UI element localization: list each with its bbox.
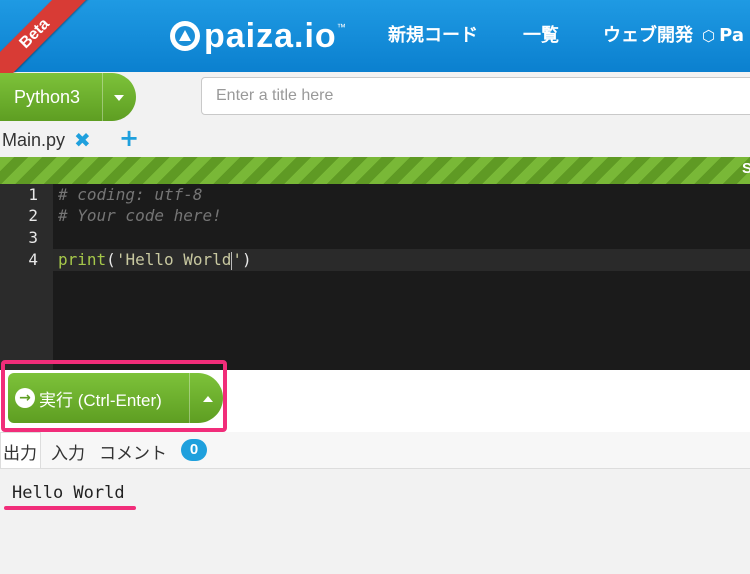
nav-web-dev[interactable]: ウェブ開発 xyxy=(603,24,693,48)
code-line-4: print('Hello World') xyxy=(58,249,252,271)
line-number: 2 xyxy=(28,206,38,225)
line-number: 1 xyxy=(28,185,38,204)
output-tab-bar: 出力 入力 コメント 0 xyxy=(0,432,750,469)
line-number-gutter: 1 2 3 4 xyxy=(0,184,53,370)
line-number: 4 xyxy=(28,250,38,269)
run-button-highlight-annotation xyxy=(1,360,227,432)
code-line-2: # Your code here! xyxy=(58,206,222,225)
program-output: Hello World xyxy=(12,483,125,503)
output-underline-annotation xyxy=(4,506,136,510)
add-tab-icon[interactable]: + xyxy=(119,124,139,152)
cube-icon: ⬡ xyxy=(702,27,716,45)
nav-cube-item[interactable]: ⬡ Pa xyxy=(702,24,744,48)
tab-input[interactable]: 入力 xyxy=(51,439,85,464)
top-header: Beta paiza.io ™ 新規コード 一覧 ウェブ開発 ⬡ Pa xyxy=(0,0,750,89)
logo-trademark: ™ xyxy=(336,22,346,32)
code-function-name: print xyxy=(58,250,107,269)
tab-comments[interactable]: コメント xyxy=(99,439,167,464)
language-label: Python3 xyxy=(14,86,81,107)
language-select-button[interactable]: Python3 xyxy=(0,73,136,121)
line-number: 3 xyxy=(28,228,38,247)
code-paren-open: ( xyxy=(106,250,116,269)
nav-new-code[interactable]: 新規コード xyxy=(388,24,478,48)
code-editor[interactable]: 1 2 3 4 # coding: utf-8 # Your code here… xyxy=(0,184,750,370)
tab-main-py[interactable]: Main.py xyxy=(2,130,65,151)
nav-cube-label: Pa xyxy=(719,25,744,46)
code-string: 'Hello World xyxy=(115,250,232,269)
stripe-bar-label: S xyxy=(741,160,750,177)
comment-count-badge: 0 xyxy=(181,439,207,461)
nav-list[interactable]: 一覧 xyxy=(523,24,559,48)
progress-stripe-bar: S xyxy=(0,157,750,184)
paiza-logo-icon xyxy=(170,21,200,51)
close-tab-icon[interactable]: ✖ xyxy=(74,128,91,152)
chevron-down-icon[interactable] xyxy=(114,95,124,101)
language-divider xyxy=(102,73,103,121)
paiza-logo[interactable]: paiza.io ™ xyxy=(168,16,346,56)
logo-text: paiza.io xyxy=(204,17,337,55)
tab-output[interactable]: 出力 xyxy=(0,432,41,468)
code-paren-close: ) xyxy=(242,250,252,269)
code-line-1: # coding: utf-8 xyxy=(58,185,203,204)
code-string-quote: ' xyxy=(232,250,243,269)
title-input[interactable] xyxy=(201,77,750,115)
